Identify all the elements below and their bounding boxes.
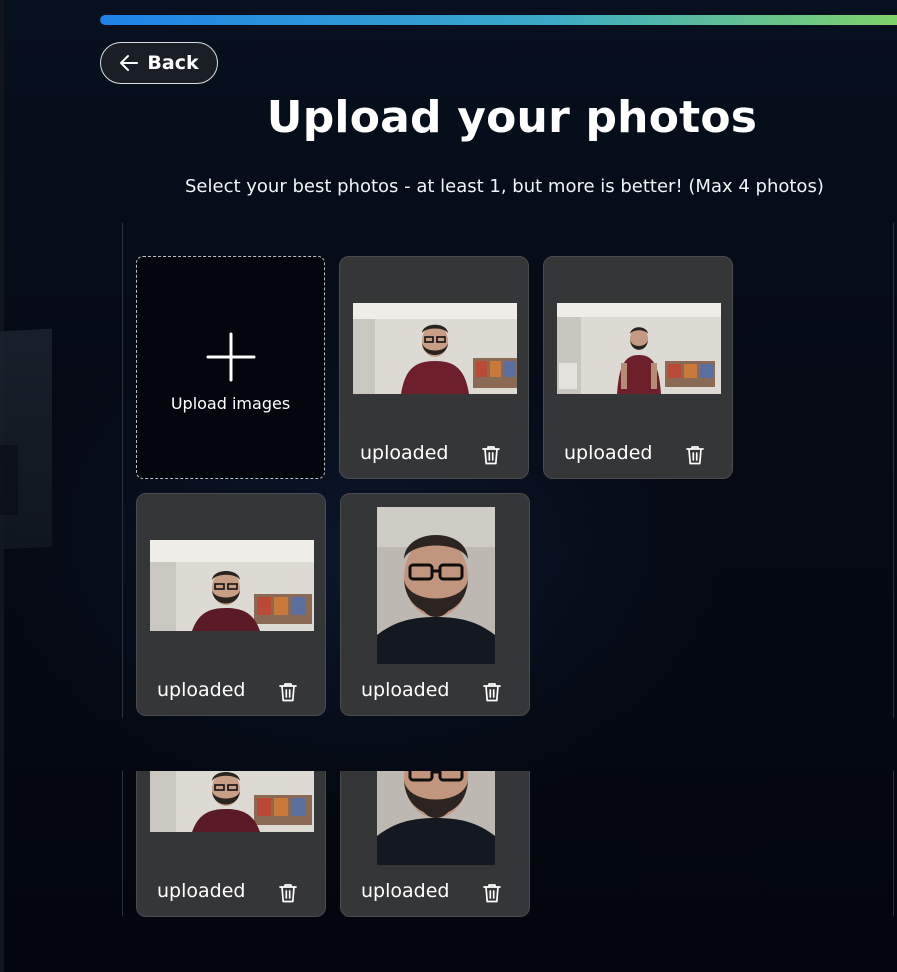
- upload-status: uploaded: [360, 442, 449, 464]
- upload-status: uploaded: [157, 880, 246, 902]
- page-title: Upload your photos: [266, 92, 758, 143]
- progress-bar-fill: [100, 15, 897, 25]
- upload-status: uploaded: [361, 679, 450, 701]
- trash-icon[interactable]: [277, 882, 299, 904]
- back-button[interactable]: Back: [100, 42, 218, 84]
- upload-status: uploaded: [157, 679, 246, 701]
- upload-status: uploaded: [361, 880, 450, 902]
- back-button-label: Back: [147, 52, 199, 74]
- background-side-shadow: [0, 445, 18, 515]
- trash-icon[interactable]: [684, 444, 706, 466]
- photo-card: uploaded: [339, 256, 529, 479]
- photo-card: uploaded: [340, 493, 530, 716]
- background-side-panel: [0, 328, 52, 550]
- photo-thumbnail: [353, 303, 517, 394]
- plus-icon: [206, 332, 255, 382]
- photo-thumbnail: [557, 303, 721, 394]
- grid-divider-left: [122, 223, 123, 718]
- photo-thumbnail: [150, 540, 314, 631]
- photo-thumbnail: [150, 771, 314, 832]
- photo-thumbnail: [377, 507, 495, 664]
- arrow-left-icon: [120, 55, 139, 71]
- page-subtitle: Select your best photos - at least 1, bu…: [185, 176, 824, 197]
- grid-divider-right: [893, 223, 894, 718]
- photo-card: uploaded: [136, 771, 326, 917]
- trash-icon[interactable]: [481, 882, 503, 904]
- trash-icon[interactable]: [481, 681, 503, 703]
- photo-grid-scrolled-row: uploaded uploaded: [0, 771, 897, 972]
- upload-images-button[interactable]: Upload images: [136, 256, 325, 479]
- trash-icon[interactable]: [277, 681, 299, 703]
- progress-bar: [100, 15, 897, 25]
- trash-icon[interactable]: [480, 444, 502, 466]
- upload-images-label: Upload images: [170, 394, 291, 413]
- photo-card: uploaded: [543, 256, 733, 479]
- photo-card: uploaded: [340, 771, 530, 917]
- photo-card: uploaded: [136, 493, 326, 716]
- photo-thumbnail: [377, 771, 495, 865]
- upload-status: uploaded: [564, 442, 653, 464]
